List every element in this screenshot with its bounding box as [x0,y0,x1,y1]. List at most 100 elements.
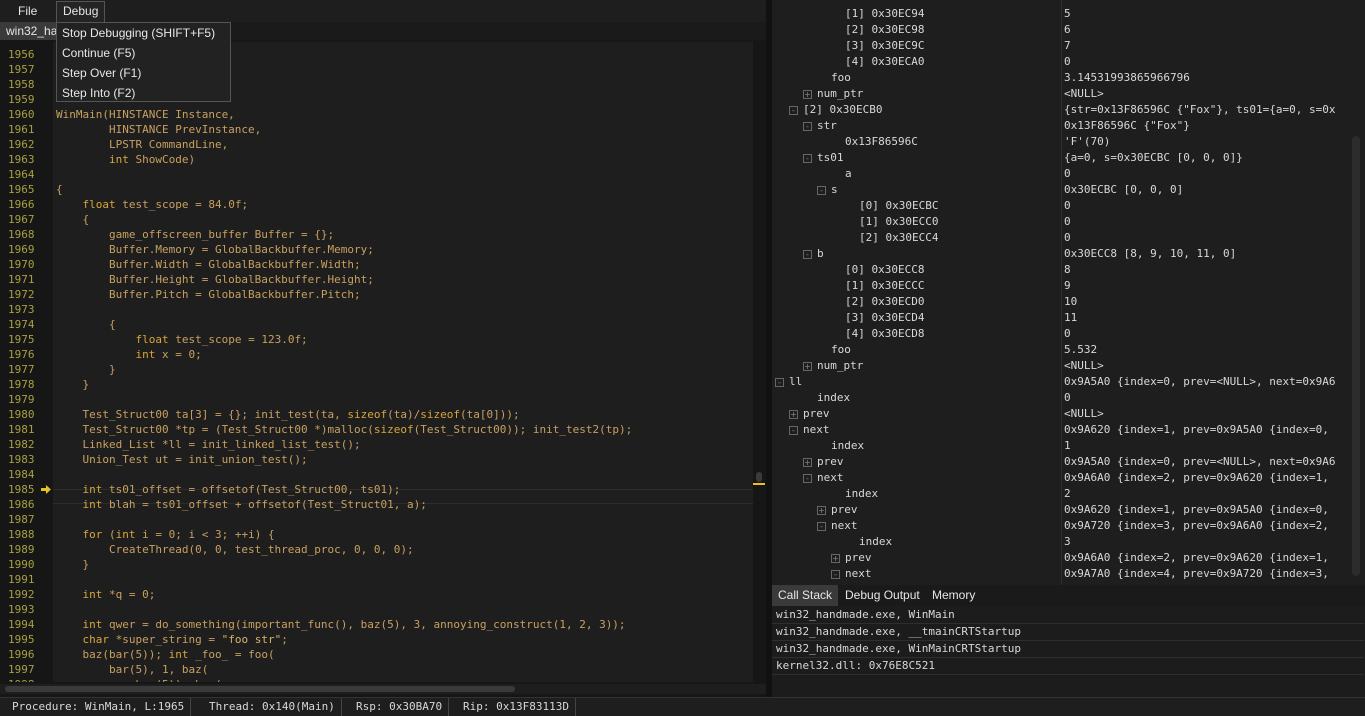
line-number[interactable]: 1997 [8,662,38,677]
tab-debug-output[interactable]: Debug Output [839,585,926,606]
line-number[interactable]: 1959 [8,92,38,107]
call-stack-frame[interactable]: win32_handmade.exe, __tmainCRTStartup [772,624,1364,641]
collapse-icon[interactable]: - [803,474,812,483]
line-number[interactable]: 1979 [8,392,38,407]
code-line[interactable]: for (int i = 0; i < 3; ++i) { [56,527,275,542]
line-number[interactable]: 1985 [8,482,38,497]
watch-row[interactable]: + prev 0x9A620 {index=1, prev=0x9A5A0 {ind… [772,502,1365,518]
line-number[interactable]: 1961 [8,122,38,137]
line-number[interactable]: 1993 [8,602,38,617]
code-area[interactable]: WinMain(HINSTANCE Instance, HINSTANCE Pr… [53,42,753,682]
watch-row[interactable]: + prev <NULL> [772,406,1365,422]
line-number[interactable]: 1967 [8,212,38,227]
horizontal-scroll-thumb[interactable] [5,686,515,692]
collapse-icon[interactable]: - [817,186,826,195]
source-vertical-scrollbar[interactable] [756,472,762,482]
code-line[interactable]: LPSTR CommandLine, [56,137,228,152]
watch-row[interactable]: - ll 0x9A5A0 {index=0, prev=<NULL>, next=0… [772,374,1365,390]
collapse-icon[interactable]: - [831,570,840,579]
collapse-icon[interactable]: - [789,426,798,435]
watch-row[interactable]: - next 0x9A6A0 {index=2, prev=0x9A620 {ind… [772,470,1365,486]
code-line[interactable]: int x = 0; [56,347,201,362]
watch-row[interactable]: foo 3.14531993865966796 [772,70,1365,86]
line-number[interactable]: 1956 [8,47,38,62]
watch-row[interactable]: [0] 0x30ECC8 8 [772,262,1365,278]
code-line[interactable]: } [56,557,89,572]
code-line[interactable]: { [56,182,63,197]
watch-row[interactable]: index 3 [772,534,1365,550]
line-number[interactable]: 1965 [8,182,38,197]
line-number[interactable]: 1974 [8,317,38,332]
code-line[interactable]: int ShowCode) [56,152,195,167]
menu-item-continue[interactable]: Continue (F5) [57,43,230,63]
line-number[interactable]: 1969 [8,242,38,257]
line-number[interactable]: 1958 [8,77,38,92]
line-number[interactable]: 1962 [8,137,38,152]
code-line[interactable]: Buffer.Height = GlobalBackbuffer.Height; [56,272,374,287]
menu-debug[interactable]: Debug [56,1,106,23]
watch-row[interactable]: [1] 0x30ECCC 9 [772,278,1365,294]
line-number[interactable]: 1988 [8,527,38,542]
line-number[interactable]: 1973 [8,302,38,317]
line-number[interactable]: 1996 [8,647,38,662]
code-line[interactable]: game_offscreen_buffer Buffer = {}; [56,227,334,242]
line-number[interactable]: 1989 [8,542,38,557]
call-stack-frame[interactable]: win32_handmade.exe, WinMain [772,607,1364,624]
watch-row[interactable]: [3] 0x30EC9C 7 [772,38,1365,54]
watch-row[interactable]: index 2 [772,486,1365,502]
code-line[interactable]: float test_scope = 123.0f; [56,332,307,347]
tab-memory[interactable]: Memory [926,585,981,606]
source-horizontal-scrollbar[interactable] [0,684,766,694]
line-number[interactable]: 1994 [8,617,38,632]
code-line[interactable]: { [56,317,116,332]
line-number[interactable]: 1980 [8,407,38,422]
line-number[interactable]: 1995 [8,632,38,647]
code-line[interactable]: Buffer.Memory = GlobalBackbuffer.Memory; [56,242,374,257]
line-number[interactable]: 1982 [8,437,38,452]
watch-row[interactable]: [3] 0x30ECD4 11 [772,310,1365,326]
code-line[interactable]: Linked_List *ll = init_linked_list_test(… [56,437,360,452]
watch-row[interactable]: + prev 0x9A6A0 {index=2, prev=0x9A620 {ind… [772,550,1365,566]
call-stack-frame[interactable]: win32_handmade.exe, WinMainCRTStartup [772,641,1364,658]
line-number[interactable]: 1998 [8,677,38,682]
code-line[interactable]: Test_Struct00 ta[3] = {}; init_test(ta, … [56,407,519,422]
expand-icon[interactable]: + [831,554,840,563]
code-line[interactable]: int *q = 0; [56,587,156,602]
expand-icon[interactable]: + [817,506,826,515]
line-number[interactable]: 1986 [8,497,38,512]
collapse-icon[interactable]: - [803,122,812,131]
watch-row[interactable]: [0] 0x30ECBC 0 [772,198,1365,214]
line-number[interactable]: 1968 [8,227,38,242]
code-line[interactable]: CreateThread(0, 0, test_thread_proc, 0, … [56,542,414,557]
line-number[interactable]: 1990 [8,557,38,572]
tab-call-stack[interactable]: Call Stack [772,585,839,606]
watch-row[interactable]: + num_ptr <NULL> [772,358,1365,374]
code-line[interactable]: int blah = ts01_offset + offsetof(Test_S… [56,497,427,512]
watch-row[interactable]: - str 0x13F86596C {"Fox"} [772,118,1365,134]
code-line[interactable]: int qwer = do_something(important_func()… [56,617,626,632]
watch-row[interactable]: + prev 0x9A5A0 {index=0, prev=<NULL>, next… [772,454,1365,470]
line-number[interactable]: 1971 [8,272,38,287]
line-number[interactable]: 1992 [8,587,38,602]
call-stack-frame[interactable]: kernel32.dll: 0x76E8C521 [772,658,1364,675]
code-line[interactable]: char *super_string = "foo str"; [56,632,288,647]
code-line[interactable]: Union_Test ut = init_union_test(); [56,452,307,467]
watch-row[interactable]: - next 0x9A620 {index=1, prev=0x9A5A0 {ind… [772,422,1365,438]
line-number[interactable]: 1972 [8,287,38,302]
watch-row[interactable]: index 0 [772,390,1365,406]
expand-icon[interactable]: + [803,458,812,467]
watch-row[interactable]: index 1 [772,438,1365,454]
watch-vertical-scrollbar[interactable] [1352,136,1360,576]
code-line[interactable]: WinMain(HINSTANCE Instance, [56,107,235,122]
code-line[interactable]: } [56,362,116,377]
watch-row[interactable]: foo 5.532 [772,342,1365,358]
expand-icon[interactable]: + [803,90,812,99]
watch-row[interactable]: [4] 0x30ECD8 0 [772,326,1365,342]
line-number[interactable]: 1970 [8,257,38,272]
watch-row[interactable]: [2] 0x30ECC4 0 [772,230,1365,246]
line-number[interactable]: 1981 [8,422,38,437]
line-number[interactable]: 1978 [8,377,38,392]
watch-row[interactable]: a0 [772,166,1365,182]
line-number[interactable]: 1991 [8,572,38,587]
menu-item-step-over[interactable]: Step Over (F1) [57,63,230,83]
